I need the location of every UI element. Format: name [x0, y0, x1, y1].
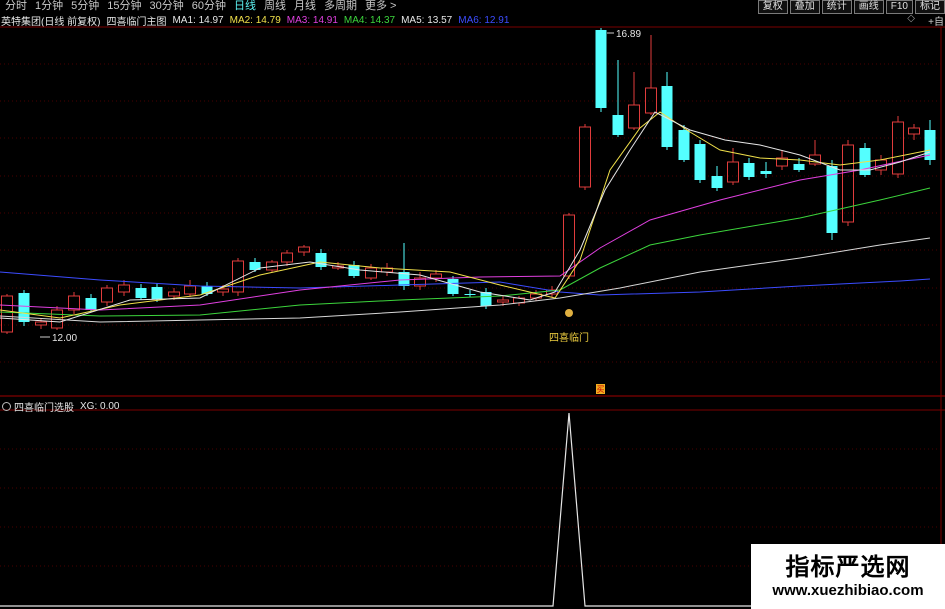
candle-body-11: [184, 285, 196, 295]
settings-circle-icon[interactable]: [2, 401, 11, 411]
candle-body-9: [151, 287, 163, 299]
watermark-title: 指标严选网: [785, 554, 911, 581]
candle-body-54: [892, 121, 904, 175]
ma5-line: [0, 237, 931, 323]
candle-body-10: [168, 291, 180, 297]
candle-body-21: [348, 265, 360, 276]
buy-badge-label: 买: [597, 385, 605, 394]
candle-body-36: [595, 30, 607, 108]
candle-body-8: [135, 288, 147, 298]
candle-body-38: [628, 104, 640, 129]
candle-body-51: [842, 144, 854, 223]
candle-body-55: [908, 127, 920, 135]
candle-body-45: [743, 163, 755, 177]
candle-body-50: [826, 166, 838, 233]
sub-pane-title-row: 四喜临门选股 XG: 0.00: [2, 399, 120, 414]
candle-body-2: [35, 321, 47, 326]
candle-body-35: [579, 126, 591, 188]
candle-body-17: [281, 252, 293, 263]
candle-body-5: [85, 298, 97, 310]
candle-body-4: [68, 295, 80, 311]
candle-body-28: [464, 294, 476, 295]
candle-body-39: [645, 87, 657, 114]
signal-label: 四喜临门: [549, 331, 589, 344]
candle-body-19: [315, 253, 327, 267]
watermark-url: www.xuezhibiao.com: [772, 582, 924, 599]
high-price-label: 16.89: [616, 29, 641, 40]
candle-body-29: [480, 292, 492, 306]
candle-body-48: [793, 164, 805, 170]
candle-body-46: [760, 171, 772, 174]
candle-body-30: [497, 299, 509, 303]
candle-body-27: [447, 279, 459, 294]
candle-body-44: [727, 161, 739, 183]
money-bag-icon: [565, 309, 573, 317]
watermark-logo: 指标严选网 www.xuezhibiao.com: [751, 544, 945, 609]
xg-value: XG: 0.00: [80, 400, 120, 412]
candle-body-13: [217, 288, 229, 293]
candle-body-42: [694, 144, 706, 180]
candle-body-0: [1, 295, 13, 333]
candle-body-41: [678, 130, 690, 160]
candle-body-43: [711, 176, 723, 188]
candle-body-6: [101, 287, 113, 303]
candle-body-37: [612, 115, 624, 135]
candle-body-26: [430, 273, 442, 279]
candle-body-14: [232, 260, 244, 293]
low-price-label: 12.00: [52, 333, 77, 344]
ma2-line: [0, 111, 931, 319]
candlestick-chart[interactable]: 16.89 12.00 四喜临门买: [0, 0, 945, 609]
candle-body-22: [365, 267, 377, 279]
sub-indicator-title[interactable]: 四喜临门选股: [14, 399, 74, 414]
